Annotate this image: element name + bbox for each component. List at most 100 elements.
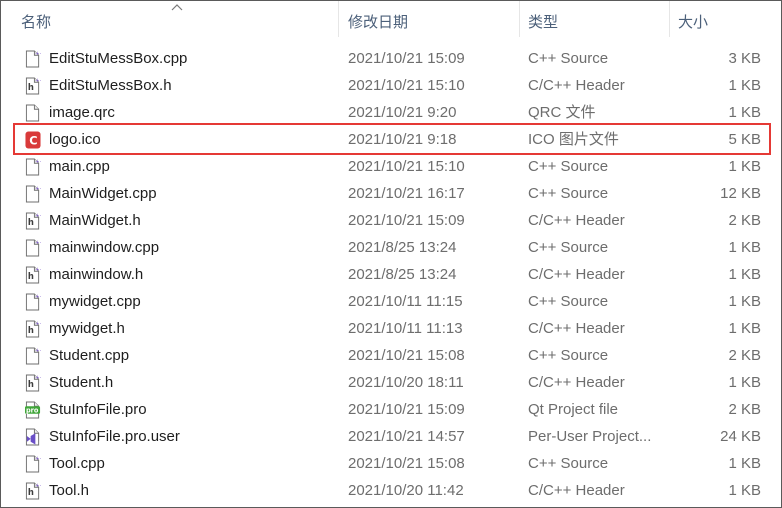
file-size: 2 KB (728, 347, 761, 364)
file-row[interactable]: Clogo.ico 2021/10/21 9:18 ICO 图片文件 5 KB (1, 127, 781, 154)
file-modified-date: 2021/8/25 13:24 (348, 239, 457, 256)
file-size: 5 KB (728, 131, 761, 148)
ico-file-icon: C (25, 131, 41, 149)
cpp-file-icon: ++ (25, 293, 41, 311)
file-modified-date: 2021/8/25 13:24 (348, 266, 457, 283)
file-type: C++ Source (528, 185, 609, 202)
file-type: C++ Source (528, 347, 609, 364)
file-row[interactable]: ++ Student.cpp 2021/10/21 15:08 C++ Source 2… (1, 343, 781, 370)
file-name: Tool.cpp (49, 455, 105, 472)
file-type: C++ Source (528, 239, 609, 256)
file-modified-date: 2021/10/21 9:20 (348, 104, 457, 121)
file-modified-date: 2021/10/21 15:08 (348, 455, 465, 472)
file-type: C++ Source (528, 293, 609, 310)
column-divider[interactable] (519, 1, 520, 37)
file-row[interactable]: h++ MainWidget.h 2021/10/21 15:09 C/C++ Hea… (1, 208, 781, 235)
file-type: QRC 文件 (528, 104, 596, 121)
file-name: MainWidget.cpp (49, 185, 157, 202)
file-modified-date: 2021/10/21 15:09 (348, 50, 465, 67)
file-row[interactable]: h++ Tool.h 2021/10/20 11:42 C/C++ Header 1 K… (1, 478, 781, 505)
file-type: C/C++ Header (528, 77, 625, 94)
header-file-icon: h++ (25, 374, 41, 392)
file-row[interactable]: image.qrc 2021/10/21 9:20 QRC 文件 1 KB (1, 100, 781, 127)
file-name: mywidget.cpp (49, 293, 141, 310)
column-divider[interactable] (338, 1, 339, 37)
file-name: main.cpp (49, 158, 110, 175)
file-row[interactable]: ++ mainwindow.cpp 2021/8/25 13:24 C++ Sourc… (1, 235, 781, 262)
svg-text:++: ++ (35, 186, 41, 192)
file-row[interactable]: h++ mywidget.h 2021/10/11 11:13 C/C++ Heade… (1, 316, 781, 343)
file-type: Qt Project file (528, 401, 619, 418)
file-size: 2 KB (728, 401, 761, 418)
file-modified-date: 2021/10/20 18:11 (348, 374, 464, 391)
file-row[interactable]: ++ EditStuMessBox.cpp 2021/10/21 15:09 C++ … (1, 46, 781, 73)
file-size: 3 KB (728, 50, 761, 67)
file-size: 1 KB (728, 320, 761, 337)
file-size: 24 KB (720, 428, 761, 445)
cpp-file-icon: ++ (25, 185, 41, 203)
svg-text:++: ++ (35, 51, 41, 57)
file-type: C/C++ Header (528, 266, 625, 283)
file-type: C++ Source (528, 455, 609, 472)
header-file-icon: h++ (25, 77, 41, 95)
file-row[interactable]: ++ main.cpp 2021/10/21 15:10 C++ Source 1 KB (1, 154, 781, 181)
cpp-file-icon: ++ (25, 455, 41, 473)
file-size: 1 KB (728, 455, 761, 472)
file-size: 1 KB (728, 77, 761, 94)
file-row[interactable]: h++ EditStuMessBox.h 2021/10/21 15:10 C/C++… (1, 73, 781, 100)
file-name: mainwindow.h (49, 266, 144, 283)
svg-text:h: h (28, 82, 34, 92)
file-row[interactable]: ++ mywidget.cpp 2021/10/11 11:15 C++ Source… (1, 289, 781, 316)
qt-pro-file-icon: pro (25, 401, 41, 419)
svg-text:++: ++ (35, 267, 41, 273)
file-row[interactable]: StuInfoFile.pro.user 2021/10/21 14:57 Per-… (1, 424, 781, 451)
column-header-type[interactable]: 类型 (528, 11, 558, 32)
svg-text:++: ++ (35, 321, 41, 327)
file-name: EditStuMessBox.cpp (49, 50, 188, 67)
column-header-date[interactable]: 修改日期 (348, 11, 408, 32)
cpp-file-icon: ++ (25, 158, 41, 176)
file-row[interactable]: ++ Tool.cpp 2021/10/21 15:08 C++ Source 1 KB (1, 451, 781, 478)
file-row[interactable]: h++ mainwindow.h 2021/8/25 13:24 C/C++ Head… (1, 262, 781, 289)
svg-text:pro: pro (26, 406, 39, 414)
sort-ascending-icon (171, 4, 183, 11)
file-type: C++ Source (528, 158, 609, 175)
file-size: 1 KB (728, 293, 761, 310)
svg-text:++: ++ (35, 456, 41, 462)
header-file-icon: h++ (25, 482, 41, 500)
file-modified-date: 2021/10/21 15:09 (348, 212, 465, 229)
file-name: Student.h (49, 374, 114, 391)
file-row[interactable]: ++ MainWidget.cpp 2021/10/21 16:17 C++ Sour… (1, 181, 781, 208)
column-header-size[interactable]: 大小 (678, 11, 708, 32)
file-name: image.qrc (49, 104, 115, 121)
column-header-name[interactable]: 名称 (21, 11, 51, 32)
svg-text:h: h (28, 487, 34, 497)
svg-text:++: ++ (35, 375, 41, 381)
column-divider[interactable] (669, 1, 670, 37)
svg-text:++: ++ (35, 294, 41, 300)
header-file-icon: h++ (25, 212, 41, 230)
pro-user-file-icon (25, 428, 40, 446)
file-row[interactable]: h++ Student.h 2021/10/20 18:11 C/C++ Header… (1, 370, 781, 397)
file-modified-date: 2021/10/21 9:18 (348, 131, 457, 148)
svg-text:C: C (29, 135, 37, 148)
file-size: 1 KB (728, 374, 761, 391)
cpp-file-icon: ++ (25, 347, 41, 365)
file-type: ICO 图片文件 (528, 131, 619, 148)
cpp-file-icon: ++ (25, 50, 41, 68)
file-modified-date: 2021/10/11 11:13 (348, 320, 463, 337)
file-name: EditStuMessBox.h (49, 77, 172, 94)
file-type: C/C++ Header (528, 482, 625, 499)
file-type: C/C++ Header (528, 374, 625, 391)
file-size: 1 KB (728, 239, 761, 256)
file-modified-date: 2021/10/21 14:57 (348, 428, 465, 445)
blank-file-icon (25, 104, 40, 122)
file-modified-date: 2021/10/21 15:08 (348, 347, 465, 364)
file-modified-date: 2021/10/11 11:15 (348, 293, 463, 310)
svg-text:++: ++ (35, 159, 41, 165)
file-modified-date: 2021/10/20 11:42 (348, 482, 464, 499)
file-type: C/C++ Header (528, 212, 625, 229)
cpp-file-icon: ++ (25, 239, 41, 257)
file-row[interactable]: pro StuInfoFile.pro 2021/10/21 15:09 Qt Pro… (1, 397, 781, 424)
file-name: StuInfoFile.pro.user (49, 428, 180, 445)
